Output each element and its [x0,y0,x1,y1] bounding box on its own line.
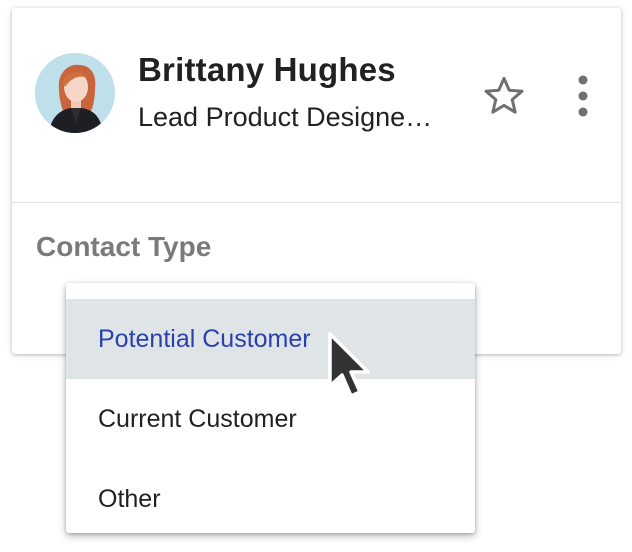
contact-type-menu: Potential Customer Current Customer Othe… [66,283,475,533]
favorite-button[interactable] [480,72,528,120]
card-divider [12,202,621,203]
contact-type-label: Contact Type [36,231,212,262]
contact-header: Brittany Hughes Lead Product Designe… [12,8,621,202]
avatar [35,53,115,133]
contact-job-title: Lead Product Designe… [138,102,433,132]
person-photo-icon [35,53,115,133]
screen: Brittany Hughes Lead Product Designe… Co… [0,0,632,552]
star-outline-icon [484,76,524,114]
menu-item-current-customer[interactable]: Current Customer [66,379,475,459]
more-vertical-icon [578,75,588,117]
more-options-button[interactable] [568,70,598,122]
contact-name: Brittany Hughes [138,51,396,88]
menu-item-potential-customer[interactable]: Potential Customer [66,299,475,379]
menu-item-other[interactable]: Other [66,459,475,539]
